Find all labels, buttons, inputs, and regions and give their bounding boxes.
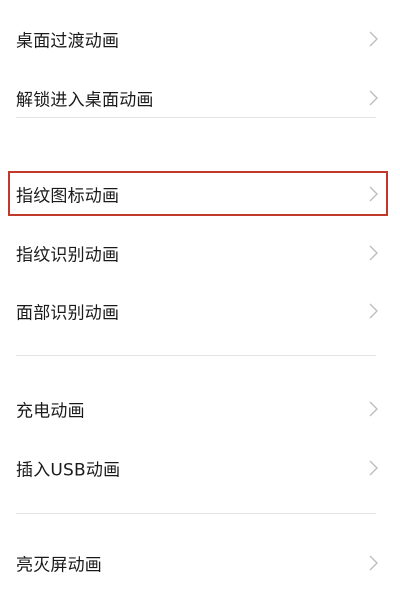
- setting-item-label: 指纹图标动画: [16, 186, 120, 207]
- chevron-right-icon: [369, 245, 378, 261]
- setting-item-label: 面部识别动画: [16, 303, 120, 324]
- chevron-right-icon: [369, 31, 378, 47]
- setting-item-fingerprint-icon-animation[interactable]: 指纹图标动画: [0, 166, 400, 222]
- section-divider: [16, 513, 376, 514]
- setting-item-charging-animation[interactable]: 充电动画: [0, 381, 400, 437]
- setting-item-screen-on-off-animation[interactable]: 亮灭屏动画: [0, 535, 400, 591]
- chevron-right-icon: [369, 186, 378, 202]
- section-divider: [16, 117, 376, 118]
- setting-item-face-recognition-animation[interactable]: 面部识别动画: [0, 283, 400, 339]
- chevron-right-icon: [369, 460, 378, 476]
- setting-item-label: 充电动画: [16, 401, 85, 422]
- setting-item-label: 指纹识别动画: [16, 245, 120, 266]
- chevron-right-icon: [369, 90, 378, 106]
- chevron-right-icon: [369, 303, 378, 319]
- setting-item-desktop-transition-animation[interactable]: 桌面过渡动画: [0, 11, 400, 67]
- chevron-right-icon: [369, 401, 378, 417]
- chevron-right-icon: [369, 555, 378, 571]
- setting-item-label: 插入USB动画: [16, 460, 121, 481]
- setting-item-usb-plug-animation[interactable]: 插入USB动画: [0, 440, 400, 496]
- section-divider: [16, 355, 376, 356]
- setting-item-fingerprint-recognition-animation[interactable]: 指纹识别动画: [0, 225, 400, 281]
- setting-item-label: 亮灭屏动画: [16, 555, 102, 576]
- setting-item-label: 桌面过渡动画: [16, 31, 120, 52]
- setting-item-label: 解锁进入桌面动画: [16, 90, 154, 111]
